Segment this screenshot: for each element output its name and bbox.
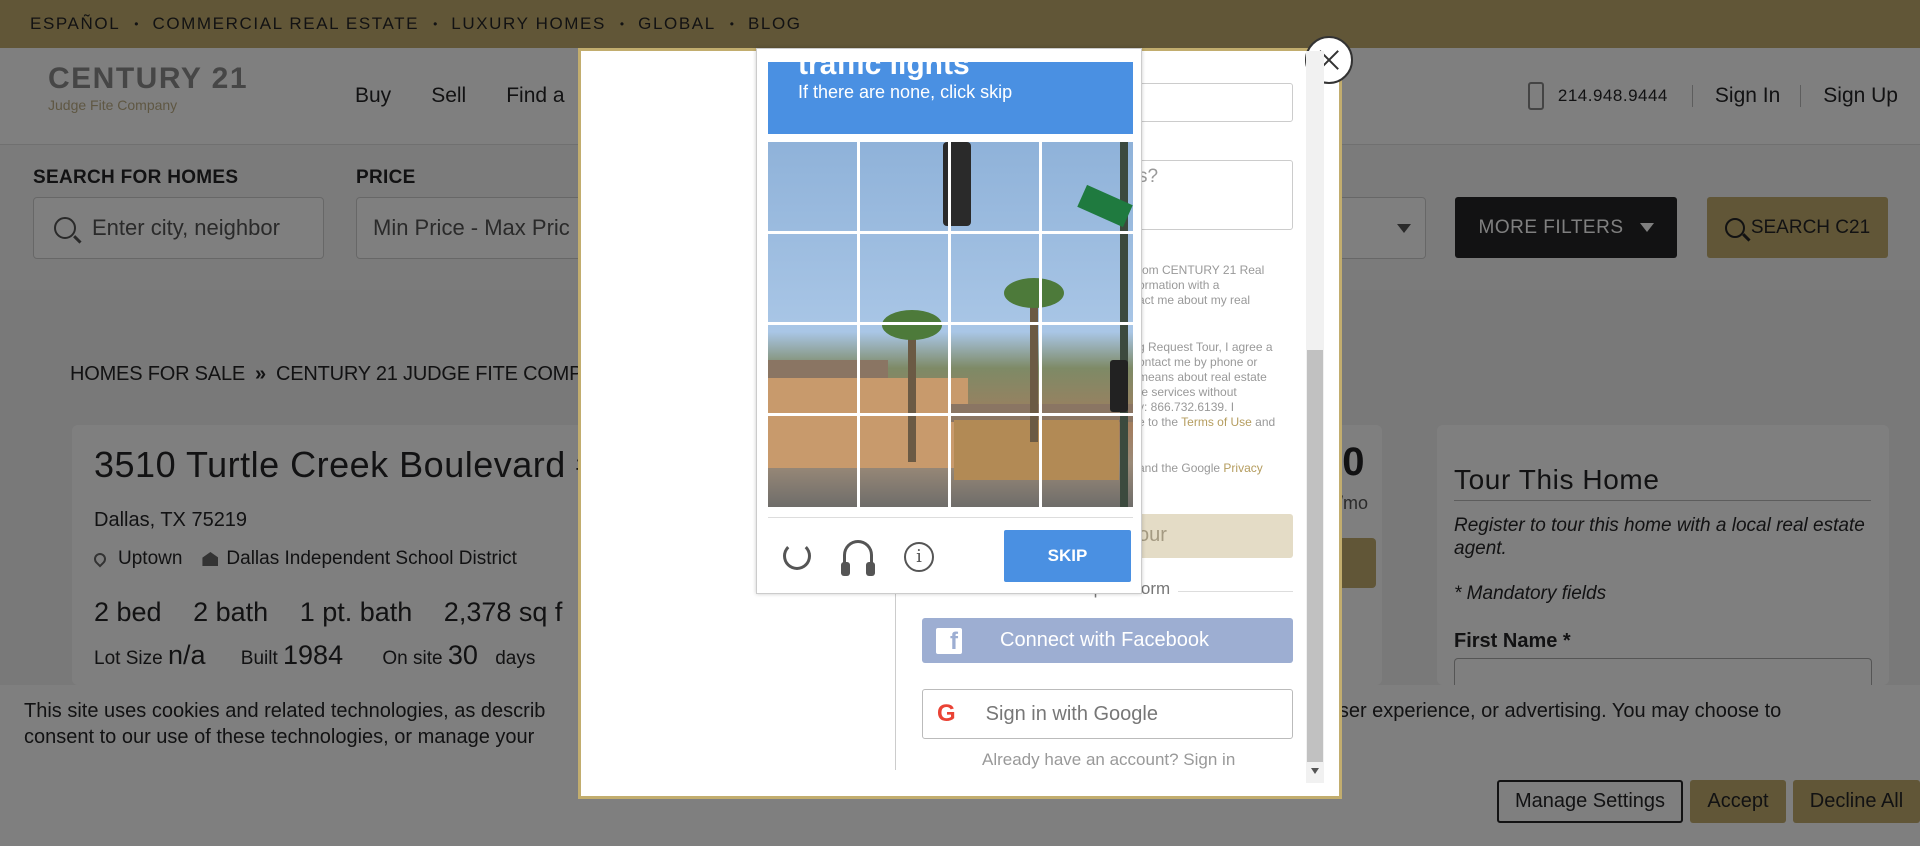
info-icon[interactable]: i [904, 542, 934, 572]
google-icon: G [937, 700, 956, 727]
legal-line-terms: e to the Terms of Use and [1138, 415, 1275, 430]
legal-line-privacy: and the Google Privacy [1138, 461, 1263, 476]
legal-line: y: 866.732.6139. I [1138, 400, 1235, 414]
privacy-link[interactable]: Privacy [1223, 461, 1262, 475]
reload-icon[interactable] [783, 542, 811, 570]
grid-lines [768, 142, 1133, 507]
legal-line: te services without [1138, 385, 1237, 399]
headphones-icon[interactable] [841, 540, 875, 576]
google-button[interactable]: G Sign in with Google [922, 689, 1293, 739]
legal-line: rom CENTURY 21 Real [1138, 263, 1265, 277]
facebook-button[interactable]: f Connect with Facebook [922, 618, 1293, 663]
request-tour-label: our [1138, 524, 1167, 546]
legal-line: ontact me by phone or [1138, 355, 1258, 369]
legal-text: and the Google [1138, 461, 1224, 475]
legal-line: ormation with a [1138, 278, 1220, 292]
captcha-instruction: If there are none, click skip [798, 82, 1013, 102]
captcha-footer-divider [768, 517, 1133, 518]
skip-button[interactable]: SKIP [1004, 530, 1131, 582]
legal-text: e to the [1138, 415, 1182, 429]
captcha-image-grid[interactable] [768, 142, 1133, 507]
legal-text: and [1251, 415, 1276, 429]
facebook-icon: f [936, 627, 962, 655]
legal-line: g Request Tour, I agree a [1138, 340, 1273, 354]
scrollbar-thumb[interactable] [1307, 350, 1323, 762]
facebook-label: Connect with Facebook [1000, 629, 1210, 651]
scroll-down-arrow-icon[interactable] [1311, 768, 1319, 774]
captcha-title: traffic lights [798, 62, 970, 81]
captcha-header: traffic lights If there are none, click … [768, 62, 1133, 134]
terms-link[interactable]: Terms of Use [1181, 415, 1252, 429]
form-input[interactable] [1118, 83, 1293, 122]
legal-line: means about real estate [1138, 370, 1267, 384]
google-label: Sign in with Google [985, 702, 1158, 725]
already-account-link[interactable]: Already have an account? Sign in [982, 750, 1235, 770]
legal-line: act me about my real [1138, 293, 1251, 307]
